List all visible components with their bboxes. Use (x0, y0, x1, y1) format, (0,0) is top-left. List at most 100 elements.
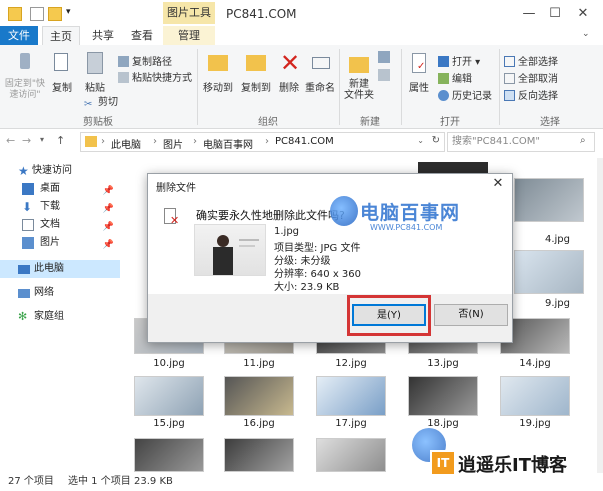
nav-desktop[interactable]: 桌面 📌 (0, 180, 120, 198)
recent-locations-icon[interactable]: ▾ (40, 135, 44, 144)
easy-access-icon[interactable] (378, 69, 390, 81)
paste-shortcut-label: 粘贴快捷方式 (132, 73, 192, 84)
breadcrumb-pictures[interactable]: 图片 (163, 136, 183, 151)
open-button[interactable]: 打开 ▾ (438, 53, 480, 68)
delete-file-dialog: 删除文件 ✕ ✕ 确实要永久性地删除此文件吗? 电脑百事网 WWW.PC841.… (147, 173, 513, 343)
file-thumbnail[interactable] (224, 438, 294, 472)
nav-pictures[interactable]: 图片 📌 (0, 234, 120, 252)
nav-this-pc-label: 此电脑 (34, 263, 64, 274)
nav-quick-access[interactable]: ★ 快速访问 (0, 162, 120, 180)
pin-icon[interactable]: 📌 (103, 236, 114, 254)
file-name[interactable]: 19.jpg (500, 418, 570, 429)
new-folder-quick-icon[interactable] (48, 7, 62, 21)
breadcrumb-current[interactable]: PC841.COM (275, 136, 334, 147)
breadcrumb-pc841[interactable]: 电脑百事网 (203, 136, 253, 151)
copy-to-icon (242, 49, 270, 77)
file-name-info: 1.jpg (274, 226, 300, 237)
cut-button[interactable]: ✂ 剪切 (84, 93, 118, 110)
open-label: 打开 (452, 57, 472, 68)
new-folder-button[interactable]: 新建 文件夹 (342, 49, 376, 101)
copy-icon (48, 49, 76, 77)
file-name[interactable]: 15.jpg (134, 418, 204, 429)
file-name[interactable]: 18.jpg (408, 418, 478, 429)
move-to-label: 移动到 (203, 83, 233, 94)
select-none-label: 全部取消 (518, 74, 558, 85)
paste-shortcut-button[interactable]: 粘贴快捷方式 (118, 69, 192, 84)
tab-view[interactable]: 查看 (124, 26, 160, 46)
delete-button[interactable]: ✕ 删除 (276, 49, 302, 94)
properties-button[interactable]: ✓ 属性 (404, 49, 434, 94)
copy-button[interactable]: 复制 (48, 49, 76, 94)
address-bar[interactable]: › 此电脑 › 图片 › 电脑百事网 › PC841.COM ⌄ ↻ (80, 132, 445, 152)
open-group-label: 打开 (440, 117, 460, 128)
file-thumbnail[interactable] (316, 376, 386, 416)
file-thumbnail[interactable] (134, 376, 204, 416)
invert-select-button[interactable]: 反向选择 (504, 87, 558, 102)
new-folder-icon (345, 49, 373, 77)
file-name[interactable]: 17.jpg (316, 418, 386, 429)
new-item-icon[interactable] (378, 51, 390, 63)
file-name[interactable]: 16.jpg (224, 418, 294, 429)
rename-label: 重命名 (305, 83, 335, 94)
yes-button[interactable]: 是(Y) (352, 304, 426, 326)
file-thumbnail[interactable] (134, 438, 204, 472)
dialog-close-icon[interactable]: ✕ (490, 176, 506, 192)
select-all-icon (504, 56, 515, 67)
history-icon (438, 90, 449, 101)
vertical-scrollbar[interactable] (597, 158, 603, 473)
properties-icon: ✓ (405, 49, 433, 77)
tab-home[interactable]: 主页 (42, 26, 80, 46)
copy-path-label: 复制路径 (132, 57, 172, 68)
breadcrumb-this-pc[interactable]: 此电脑 (111, 136, 141, 151)
paste-button[interactable]: 粘贴 (80, 49, 110, 94)
pin-quick-access-button[interactable]: 固定到"快速访问" (4, 49, 46, 101)
up-arrow-icon[interactable]: ↑ (56, 134, 65, 147)
file-name[interactable]: 12.jpg (316, 358, 386, 369)
breadcrumb-sep: › (101, 136, 105, 147)
history-button[interactable]: 历史记录 (438, 87, 492, 102)
edit-button[interactable]: 编辑 (438, 70, 472, 85)
select-group-label: 选择 (540, 117, 560, 128)
file-name[interactable]: 14.jpg (500, 358, 570, 369)
breadcrumb-sep: › (153, 136, 157, 147)
refresh-icon[interactable]: ↻ (432, 135, 440, 146)
homegroup-icon: ✻ (18, 310, 28, 323)
invert-select-icon (504, 90, 515, 101)
nav-downloads[interactable]: ⬇ 下载 📌 (0, 198, 120, 216)
select-none-button[interactable]: 全部取消 (504, 70, 558, 85)
file-thumbnail[interactable] (316, 438, 386, 472)
file-thumbnail[interactable] (514, 250, 584, 294)
no-button[interactable]: 否(N) (434, 304, 508, 326)
forward-arrow-icon[interactable]: → (22, 134, 31, 147)
file-name[interactable]: 10.jpg (134, 358, 204, 369)
move-to-button[interactable]: 移动到 (200, 49, 236, 94)
file-name[interactable]: 11.jpg (224, 358, 294, 369)
tab-manage[interactable]: 管理 (163, 26, 215, 46)
nav-network[interactable]: 网络 (0, 284, 120, 302)
customize-quick-access-icon[interactable]: ▾ (66, 7, 71, 17)
expand-ribbon-icon[interactable]: ⌄ (582, 29, 590, 39)
nav-documents[interactable]: 文档 📌 (0, 216, 120, 234)
pin-label: 固定到"快速访问" (4, 79, 46, 100)
file-name[interactable]: 13.jpg (408, 358, 478, 369)
file-thumbnail[interactable] (514, 178, 584, 222)
nav-pictures-label: 图片 (40, 237, 60, 248)
file-thumbnail[interactable] (500, 376, 570, 416)
copy-path-button[interactable]: 复制路径 (118, 53, 172, 68)
scissors-icon: ✂ (84, 99, 93, 110)
tab-file[interactable]: 文件 (0, 26, 38, 46)
properties-quick-icon[interactable] (30, 7, 44, 21)
nav-this-pc[interactable]: 此电脑 (0, 260, 120, 278)
file-thumbnail[interactable] (408, 376, 478, 416)
close-button[interactable]: ✕ (560, 0, 603, 28)
copy-to-button[interactable]: 复制到 (238, 49, 274, 94)
tab-share[interactable]: 共享 (86, 26, 120, 46)
back-arrow-icon[interactable]: ← (6, 134, 15, 147)
file-thumbnail[interactable] (224, 376, 294, 416)
select-all-button[interactable]: 全部选择 (504, 53, 558, 68)
rename-button[interactable]: 重命名 (304, 49, 336, 94)
watermark-site-name: 电脑百事网 (360, 202, 461, 224)
search-input[interactable]: 搜索"PC841.COM" (447, 132, 595, 152)
address-dropdown-icon[interactable]: ⌄ (417, 136, 424, 145)
nav-homegroup[interactable]: ✻ 家庭组 (0, 308, 120, 326)
